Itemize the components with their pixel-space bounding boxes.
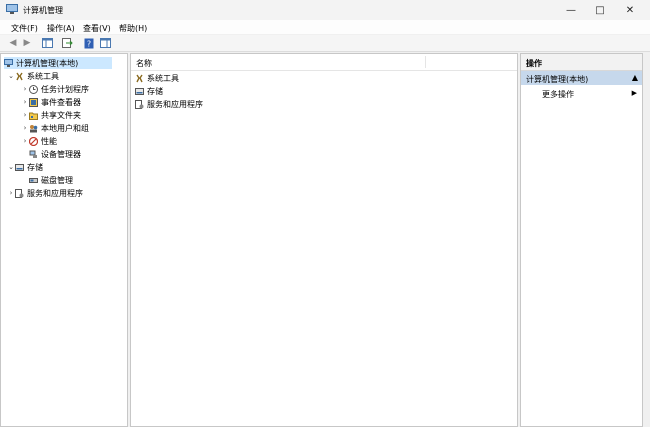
list-item[interactable]: 系统工具 — [135, 72, 179, 84]
tree-item-disk-management[interactable]: 磁盘管理 — [29, 174, 73, 186]
collapse-up-icon[interactable]: ▲ — [632, 73, 638, 82]
more-actions-item[interactable]: 更多操作 ▶ — [521, 87, 642, 100]
chevron-right-icon[interactable]: › — [21, 85, 29, 93]
column-header-label: 名称 — [136, 59, 152, 68]
tree-item-system-tools[interactable]: ⌄ 系统工具 — [7, 70, 59, 82]
menu-view[interactable]: 查看(V) — [83, 23, 111, 34]
tree-item-label: 任务计划程序 — [41, 84, 89, 94]
tree-item-task-scheduler[interactable]: › 任务计划程序 — [21, 83, 89, 95]
tree-item-label: 磁盘管理 — [41, 175, 73, 185]
services-apps-icon — [135, 99, 144, 109]
chevron-right-icon[interactable]: › — [21, 124, 29, 132]
chevron-down-icon[interactable]: ⌄ — [7, 72, 15, 80]
chevron-right-icon[interactable]: › — [7, 189, 15, 197]
actions-pane: 操作 计算机管理(本地) ▲ 更多操作 ▶ — [520, 53, 643, 427]
storage-icon — [15, 163, 24, 171]
tree-item-local-users[interactable]: › 本地用户和组 — [21, 122, 89, 134]
tree-item-label: 计算机管理(本地) — [16, 58, 79, 68]
more-actions-label: 更多操作 — [542, 90, 574, 99]
system-tools-icon — [136, 74, 143, 82]
maximize-button[interactable]: □ — [584, 0, 616, 20]
performance-icon — [29, 136, 38, 146]
submenu-arrow-icon: ▶ — [631, 89, 637, 97]
menu-help[interactable]: 帮助(H) — [119, 23, 147, 34]
list-item-label: 系统工具 — [147, 73, 179, 83]
help-button[interactable]: ? — [83, 37, 95, 49]
list-item[interactable]: 存储 — [135, 85, 163, 97]
disk-management-icon — [29, 177, 38, 183]
tree-item-performance[interactable]: › 性能 — [21, 135, 57, 147]
action-pane-icon — [99, 38, 111, 48]
actions-header-label: 操作 — [526, 59, 542, 68]
chevron-right-icon[interactable]: › — [21, 137, 29, 145]
minimize-button[interactable]: — — [555, 0, 587, 20]
tree-item-shared-folders[interactable]: › 共享文件夹 — [21, 109, 81, 121]
export-icon — [61, 38, 73, 48]
chevron-right-icon[interactable]: › — [21, 111, 29, 119]
actions-section-label: 计算机管理(本地) — [526, 75, 589, 84]
tree-item-label: 存储 — [27, 162, 43, 172]
clock-icon — [29, 84, 38, 94]
maximize-icon: □ — [595, 4, 605, 16]
tree-item-label: 共享文件夹 — [41, 110, 81, 120]
actions-section-computer-management[interactable]: 计算机管理(本地) ▲ — [521, 71, 642, 85]
system-tools-icon — [16, 72, 23, 80]
tree-item-root[interactable]: 计算机管理(本地) — [4, 57, 112, 69]
tree-item-label: 性能 — [41, 136, 57, 146]
device-manager-icon — [29, 150, 37, 158]
export-list-button[interactable] — [61, 37, 73, 49]
column-header-name[interactable]: 名称 — [131, 54, 517, 71]
tree-item-label: 本地用户和组 — [41, 123, 89, 133]
results-pane: 名称 系统工具 存储 服务和应用程序 — [130, 53, 518, 427]
list-item[interactable]: 服务和应用程序 — [135, 98, 203, 110]
tree-item-storage[interactable]: ⌄ 存储 — [7, 161, 43, 173]
tree-item-event-viewer[interactable]: › 事件查看器 — [21, 96, 81, 108]
window-title: 计算机管理 — [23, 6, 63, 15]
menu-bar: 文件(F) 操作(A) 查看(V) 帮助(H) — [0, 20, 650, 34]
computer-management-icon — [6, 4, 18, 14]
tree-item-device-manager[interactable]: 设备管理器 — [29, 148, 81, 160]
services-apps-icon — [15, 188, 24, 198]
forward-button[interactable]: ▶ — [21, 37, 33, 49]
list-item-label: 存储 — [147, 86, 163, 96]
tree-item-label: 系统工具 — [27, 71, 59, 81]
users-icon — [30, 124, 38, 132]
storage-icon — [135, 87, 144, 95]
menu-file[interactable]: 文件(F) — [11, 23, 38, 34]
column-divider[interactable] — [425, 56, 426, 68]
tree-item-label: 设备管理器 — [41, 149, 81, 159]
show-hide-action-pane-button[interactable] — [99, 37, 111, 49]
console-tree: 计算机管理(本地) ⌄ 系统工具 › 任务计划程序 › 事件查看器 › 共享文件… — [0, 53, 128, 427]
show-hide-tree-button[interactable] — [41, 37, 53, 49]
forward-arrow-icon: ▶ — [23, 38, 31, 48]
list-item-label: 服务和应用程序 — [147, 99, 203, 109]
menu-action[interactable]: 操作(A) — [47, 23, 75, 34]
tree-item-label: 事件查看器 — [41, 97, 81, 107]
back-button[interactable]: ◀ — [7, 37, 19, 49]
close-button[interactable]: ✕ — [614, 0, 646, 20]
tree-item-services-apps[interactable]: › 服务和应用程序 — [7, 187, 83, 199]
toolbar: ◀ ▶ ? — [0, 35, 650, 52]
tree-item-label: 服务和应用程序 — [27, 188, 83, 198]
actions-header: 操作 — [521, 54, 642, 71]
chevron-down-icon[interactable]: ⌄ — [7, 163, 15, 171]
shared-folder-icon — [29, 112, 38, 120]
back-arrow-icon: ◀ — [9, 38, 17, 48]
console-tree-icon — [41, 38, 53, 48]
event-viewer-icon — [29, 97, 38, 107]
computer-management-icon — [4, 58, 13, 67]
title-bar: 计算机管理 — □ ✕ — [0, 0, 650, 20]
svg-text:?: ? — [87, 39, 91, 48]
help-icon: ? — [84, 38, 94, 48]
close-icon: ✕ — [625, 4, 635, 16]
minimize-icon: — — [566, 4, 576, 16]
chevron-right-icon[interactable]: › — [21, 98, 29, 106]
